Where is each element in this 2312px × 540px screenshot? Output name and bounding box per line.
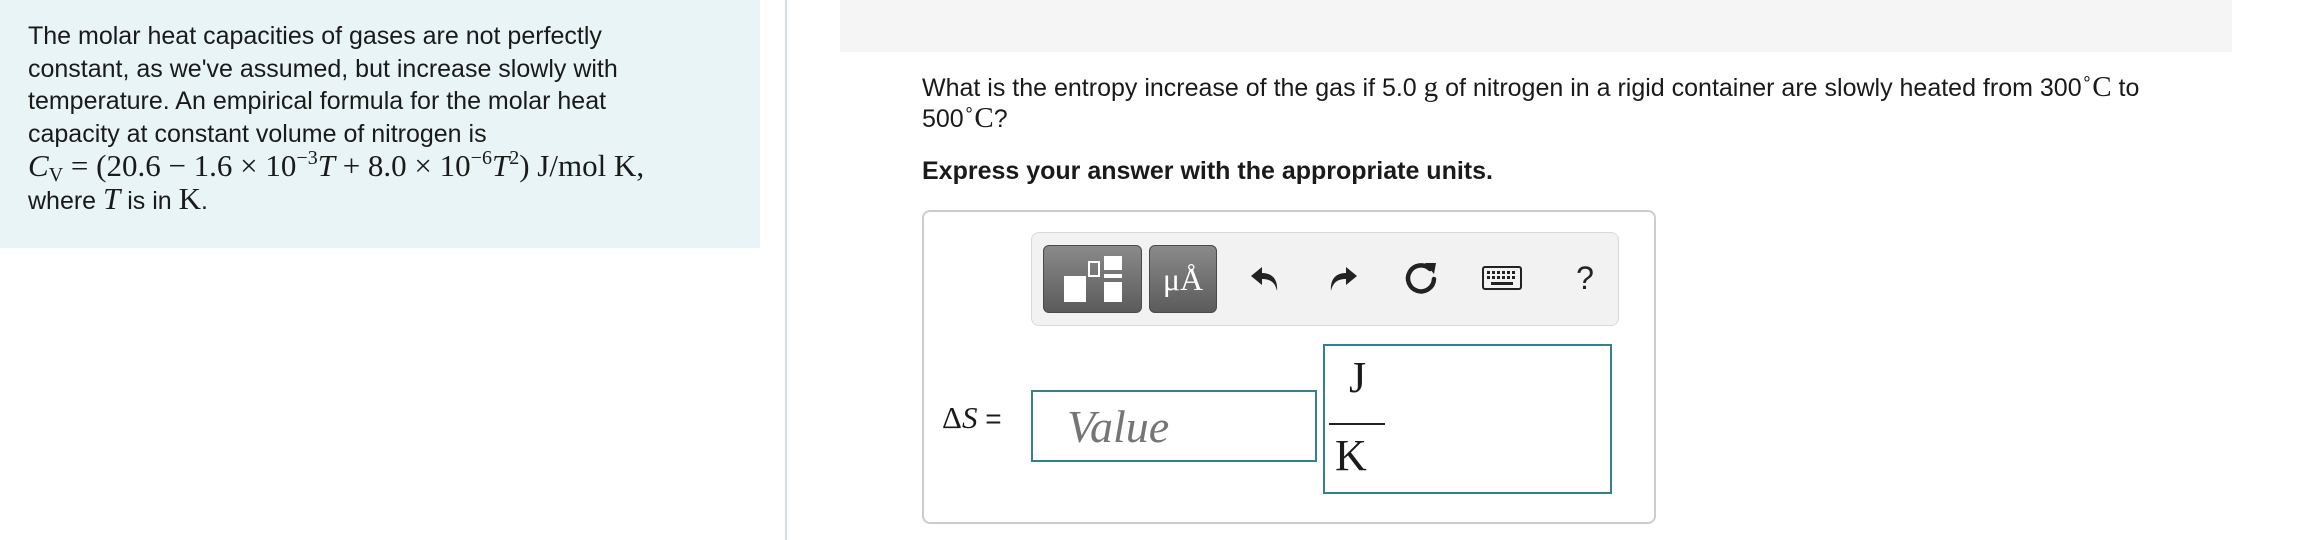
- top-bar: [840, 0, 2232, 52]
- instruction-text: Express your answer with the appropriate…: [922, 157, 1493, 185]
- redo-icon: [1330, 267, 1357, 291]
- unit-numerator: J: [1349, 353, 1367, 402]
- value-input[interactable]: [1031, 390, 1317, 462]
- math-toolbar: μÅ ?: [1031, 232, 1619, 326]
- keyboard-icon: [1482, 266, 1522, 290]
- help-button[interactable]: ?: [1557, 245, 1613, 311]
- keyboard-button[interactable]: [1469, 245, 1535, 311]
- unit-denominator: K: [1335, 431, 1367, 480]
- delta-s-label: ΔS =: [942, 400, 1002, 435]
- panel-divider: [785, 0, 787, 540]
- undo-icon: [1251, 267, 1278, 291]
- info-line: The molar heat capacities of gases are n…: [28, 22, 602, 50]
- info-line: temperature. An empirical formula for th…: [28, 87, 607, 115]
- problem-statement: The molar heat capacities of gases are n…: [28, 20, 748, 217]
- question-text: What is the entropy increase of the gas …: [922, 69, 2140, 134]
- reset-icon: [1405, 263, 1437, 294]
- fraction-bar: [1329, 423, 1385, 425]
- templates-button[interactable]: [1043, 245, 1142, 313]
- units-button[interactable]: μÅ: [1149, 245, 1217, 313]
- units-input[interactable]: J K: [1323, 344, 1612, 494]
- info-line: constant, as we've assumed, but increase…: [28, 54, 618, 83]
- reset-button[interactable]: [1394, 245, 1450, 311]
- info-line: capacity at constant volume of nitrogen …: [28, 119, 487, 148]
- undo-button[interactable]: [1237, 245, 1293, 311]
- templates-icon: [1063, 256, 1122, 302]
- heat-capacity-formula: CV = (20.6 − 1.6 × 10−3T + 8.0 × 10−6T2)…: [28, 147, 645, 186]
- redo-button[interactable]: [1315, 245, 1371, 311]
- info-panel: The molar heat capacities of gases are n…: [0, 0, 760, 248]
- where-clause: where T is in K.: [28, 180, 208, 216]
